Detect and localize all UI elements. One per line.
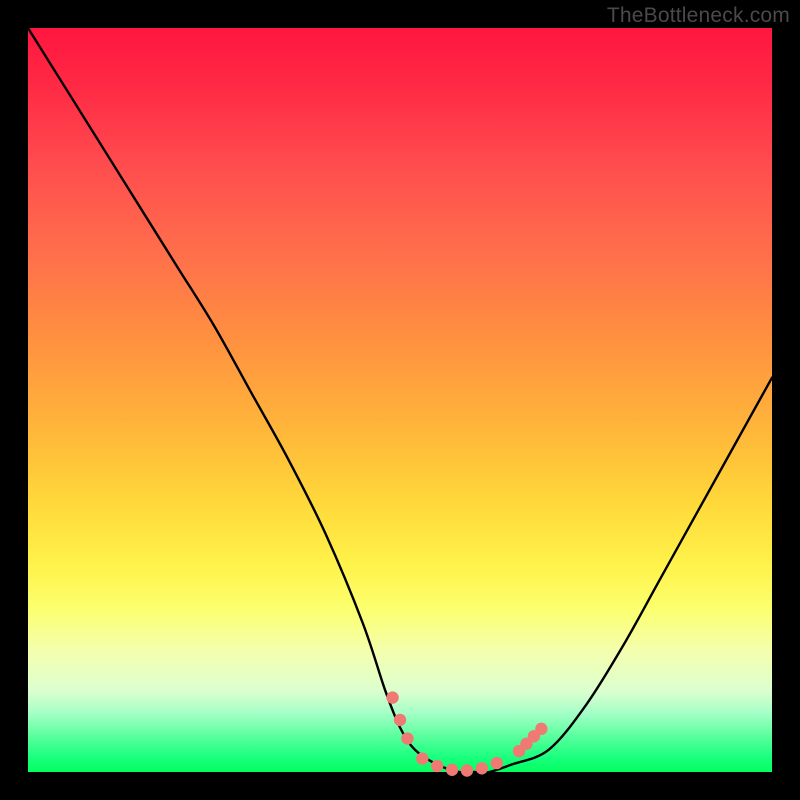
data-marker bbox=[394, 714, 406, 726]
data-marker bbox=[535, 723, 547, 735]
data-marker bbox=[491, 757, 503, 769]
data-marker bbox=[476, 762, 488, 774]
data-marker bbox=[461, 764, 473, 776]
data-marker bbox=[431, 760, 443, 772]
watermark-text: TheBottleneck.com bbox=[607, 4, 790, 28]
data-marker bbox=[401, 732, 413, 744]
data-marker bbox=[446, 764, 458, 776]
chart-frame bbox=[28, 28, 772, 772]
data-markers bbox=[386, 691, 547, 776]
data-marker bbox=[386, 691, 398, 703]
data-marker bbox=[416, 752, 428, 764]
chart-overlay bbox=[28, 28, 772, 772]
bottleneck-curve bbox=[28, 28, 772, 773]
